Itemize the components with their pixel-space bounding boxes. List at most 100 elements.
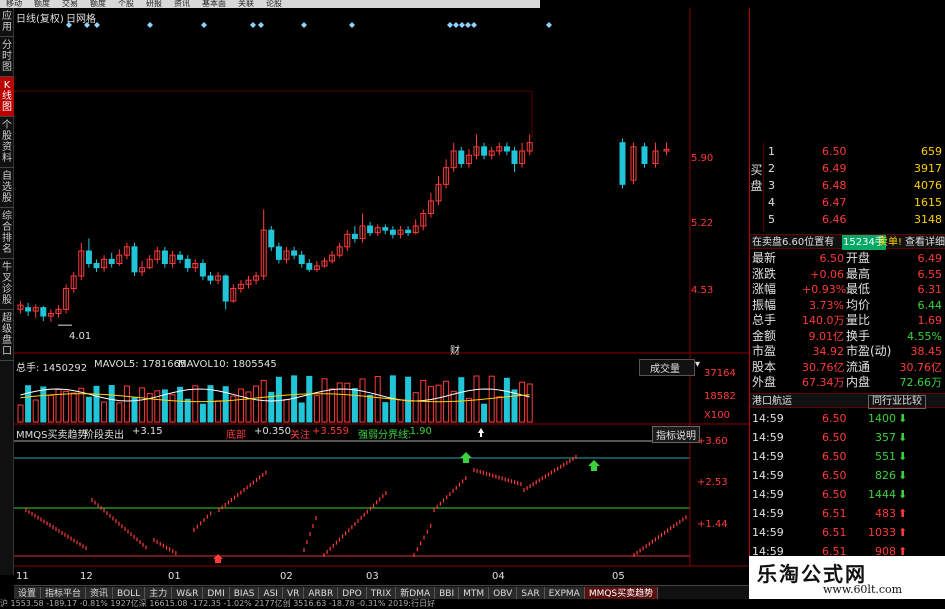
order-volume: 4076 [914,179,942,192]
indicator-tab[interactable]: EXPMA [544,587,585,599]
volume-bar [184,398,191,423]
indicator-tab[interactable]: BBI [435,587,460,599]
volume-bar [503,377,510,423]
tick-price: 6.50 [822,488,847,501]
volume-bar [382,402,389,423]
chart-area[interactable]: 日线(复权) 日网格 5.90 5.22 4.53 4.01 财 总手: 145… [14,8,749,582]
indicator-tab[interactable]: BIAS [229,587,260,599]
indicator-name: MMQS买卖趋势 [16,430,88,441]
indicator-tab[interactable]: MTM [459,587,490,599]
volume-bar [85,396,92,423]
volume-selector[interactable]: 成交量 [639,359,695,376]
top-menu-item[interactable]: 关联 [232,0,260,8]
top-menu-item[interactable]: 研报 [140,0,168,8]
quote-value: 6.31 [917,283,943,296]
sell-notice[interactable]: 在卖盘6.60位置有 15234手 卖单! 查看详细 [750,234,945,250]
watermark-url: www.60lt.com [823,583,903,596]
indicator-tab[interactable]: OBV [489,587,518,599]
chevron-down-icon[interactable]: ▾ [695,359,700,370]
tick-row[interactable]: 14:59 6.50 1400 ⬇ [750,411,945,426]
event-marker [447,22,453,28]
left-tab[interactable]: K线图 [0,77,14,117]
volume-bar [275,376,282,423]
volume-bar [313,395,320,423]
indicator-tab[interactable]: VR [282,587,305,599]
candle-body [85,250,92,264]
order-level: 1 [768,145,775,158]
volume-bar [481,403,488,423]
tick-price: 6.50 [822,469,847,482]
top-menu-item[interactable]: 交易 [56,0,84,8]
order-book-row[interactable]: 1 6.50 659 [750,144,945,159]
tick-row[interactable]: 14:59 6.51 483 ⬆ [750,506,945,521]
top-menu-item[interactable]: 移动 [0,0,28,8]
volume-bar [32,399,39,423]
indicator-tab[interactable]: 新DMA [396,587,436,599]
left-tab[interactable]: 自选股 [0,168,14,208]
indicator-text: 底部 [226,430,246,441]
top-menu-item[interactable]: 资讯 [168,0,196,8]
indicator-tab[interactable]: TRIX [366,587,397,599]
volume-bar [351,388,358,423]
volume-bar [321,378,328,423]
tick-row[interactable]: 14:59 6.50 1444 ⬇ [750,487,945,502]
order-volume: 659 [921,145,942,158]
event-marker [258,22,264,28]
indicator-tab[interactable]: 设置 [14,587,42,599]
quote-key: 最低 [846,282,871,296]
sector-name[interactable]: 港口航运 [752,394,792,409]
indicator-tab[interactable]: 主力 [145,587,173,599]
order-book-row[interactable]: 4 6.47 1615 [750,195,945,210]
left-tab[interactable]: 分时图 [0,37,14,77]
top-menu-item[interactable]: 额度 [84,0,112,8]
indicator-tab[interactable]: 指标平台 [41,587,87,599]
left-tab[interactable]: 超级盘口 [0,310,14,361]
indicator-tab[interactable]: DPO [338,587,367,599]
indicator-tab[interactable]: ARBR [304,587,339,599]
industry-compare-button[interactable]: 同行业比较 [868,395,926,409]
volume-bar [25,385,32,423]
volume-bar [93,385,100,423]
tick-row[interactable]: 14:59 6.50 357 ⬇ [750,430,945,445]
indicator-tab[interactable]: MMQS买卖趋势 [584,587,659,599]
tick-row[interactable]: 14:59 6.50 826 ⬇ [750,468,945,483]
tick-row[interactable]: 14:59 6.50 551 ⬇ [750,449,945,464]
left-tab[interactable]: 牛叉诊股 [0,259,14,310]
indicator-tab[interactable]: BOLL [113,587,146,599]
order-book-row[interactable]: 5 6.46 3148 [750,212,945,227]
volume-bar [306,375,313,423]
indicator-tab[interactable]: DMI [203,587,230,599]
view-detail-link[interactable]: 查看详细 [905,235,945,250]
order-book-row[interactable]: 3 6.48 4076 [750,178,945,193]
left-tab[interactable]: 个股资料 [0,117,14,168]
tick-volume: 1400 [868,412,896,425]
period-label[interactable]: 日线(复权) [16,10,64,25]
quote-row: 市盈 34.92 市盈(动) 38.45 [750,344,945,359]
tick-row[interactable]: 14:59 6.51 1033 ⬆ [750,525,945,540]
candle-body [382,227,389,231]
order-book-row[interactable]: 2 6.49 3917 [750,161,945,176]
volume-bar [169,394,176,423]
arrow-up-icon: ⬆ [898,526,908,539]
indicator-tab[interactable]: SAR [517,587,545,599]
date-axis-label: 01 [168,571,181,582]
indicator-tab[interactable]: ASI [259,587,283,599]
indicator-help-button[interactable]: 指标说明 [652,426,700,443]
finance-marker[interactable]: 财 [450,342,460,357]
order-level: 4 [768,196,775,209]
top-menu-item[interactable]: 额度 [28,0,56,8]
top-menu-item[interactable]: 基本面 [196,0,232,8]
top-menu-item[interactable]: 论股 [260,0,288,8]
top-menu-item[interactable]: 个股 [112,0,140,8]
quote-row: 总手 140.0万 量比 1.69 [750,313,945,328]
quote-row: 涨跌 +0.06 最高 6.55 [750,267,945,282]
candle-body [367,225,374,234]
left-tab[interactable]: 综合排名 [0,208,14,259]
kline-chart[interactable] [14,8,749,575]
event-marker [546,22,552,28]
arrow-up-icon: ⬆ [898,507,908,520]
indicator-tab[interactable]: 资讯 [86,587,114,599]
indicator-tab[interactable]: W&R [172,587,204,599]
indicator-value: +0.350 [254,426,292,437]
left-tab[interactable]: 应用 [0,8,14,37]
